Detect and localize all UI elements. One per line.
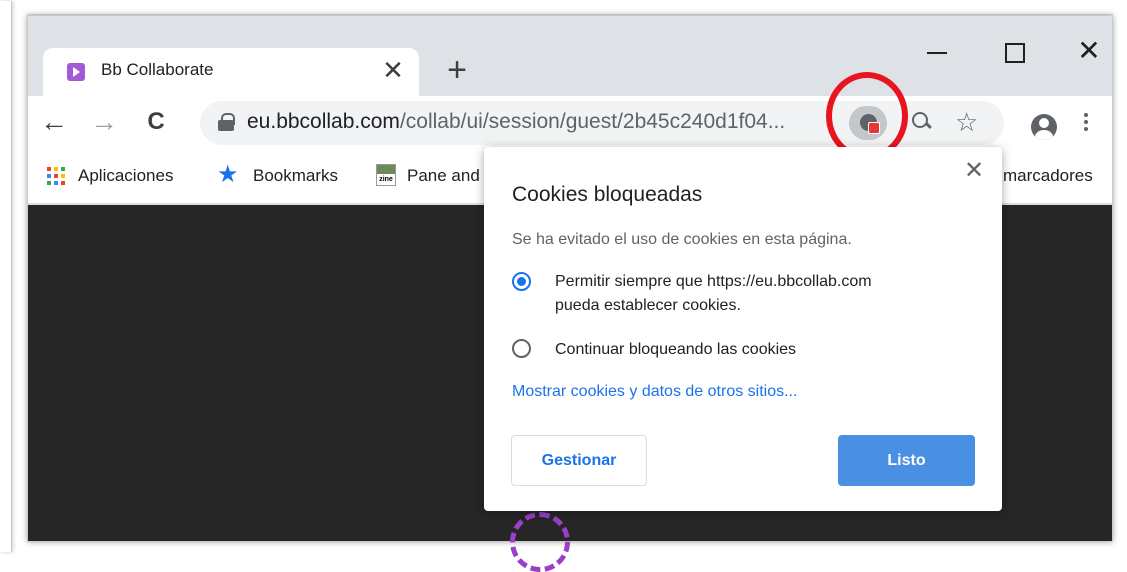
tab-title: Bb Collaborate — [101, 60, 214, 79]
bookmark-other[interactable]: marcadores — [1003, 166, 1093, 186]
minimize-button[interactable] — [915, 34, 963, 70]
search-icon[interactable] — [912, 112, 932, 132]
dialog-description: Se ha evitado el uso de cookies en esta … — [512, 231, 852, 248]
maximize-button[interactable] — [989, 34, 1037, 70]
desktop-strip — [27, 1, 1113, 15]
url-text[interactable]: eu.bbcollab.com/collab/ui/session/guest/… — [247, 110, 827, 134]
url-domain: eu.bbcollab.com — [247, 110, 400, 133]
url-path: /collab/ui/session/guest/2b45c240d1f04..… — [399, 110, 786, 133]
radio-allow-label[interactable]: Permitir siempre que https://eu.bbcollab… — [555, 270, 872, 318]
window-edge — [0, 1, 12, 552]
new-tab-button[interactable]: + — [440, 53, 474, 88]
radio-allow-cookies[interactable] — [512, 272, 531, 291]
radio-allow-line1: Permitir siempre que https://eu.bbcollab… — [555, 273, 872, 290]
bookmarks-star-icon[interactable]: ★ — [217, 160, 239, 189]
lock-icon[interactable] — [218, 113, 235, 131]
cookies-blocked-dialog: ✕ Cookies bloqueadas Se ha evitado el us… — [484, 147, 1002, 511]
bookmark-star-icon[interactable]: ☆ — [955, 107, 978, 138]
zine-icon[interactable]: zine — [376, 164, 396, 186]
forward-button[interactable]: → — [86, 104, 122, 140]
tab-bar: Bb Collaborate ✕ + ✕ — [28, 16, 1112, 96]
tab-close-icon[interactable]: ✕ — [379, 56, 407, 84]
done-button[interactable]: Listo — [838, 435, 975, 486]
close-window-button[interactable]: ✕ — [1065, 34, 1112, 70]
show-cookies-link[interactable]: Mostrar cookies y datos de otros sitios.… — [512, 383, 797, 401]
manage-button[interactable]: Gestionar — [511, 435, 647, 486]
menu-icon[interactable] — [1083, 110, 1089, 136]
radio-allow-line2: pueda establecer cookies. — [555, 297, 741, 314]
profile-icon[interactable] — [1031, 114, 1057, 140]
dialog-title: Cookies bloqueadas — [512, 183, 703, 206]
bookmark-apps[interactable]: Aplicaciones — [78, 166, 173, 186]
reload-button[interactable]: C — [138, 104, 174, 140]
tab-bb-collaborate[interactable]: Bb Collaborate ✕ — [43, 48, 419, 96]
bb-collaborate-icon — [67, 63, 85, 81]
bookmark-pane-and[interactable]: Pane and — [407, 166, 480, 186]
apps-grid-icon[interactable] — [47, 167, 65, 185]
radio-block-label[interactable]: Continuar bloqueando las cookies — [555, 338, 796, 362]
back-button[interactable]: ← — [36, 104, 72, 140]
dialog-close-icon[interactable]: ✕ — [964, 159, 984, 183]
radio-keep-blocking[interactable] — [512, 339, 531, 358]
loading-spinner — [510, 512, 570, 572]
bookmark-bookmarks[interactable]: Bookmarks — [253, 166, 338, 186]
toolbar: ← → C eu.bbcollab.com/collab/ui/session/… — [28, 96, 1112, 150]
